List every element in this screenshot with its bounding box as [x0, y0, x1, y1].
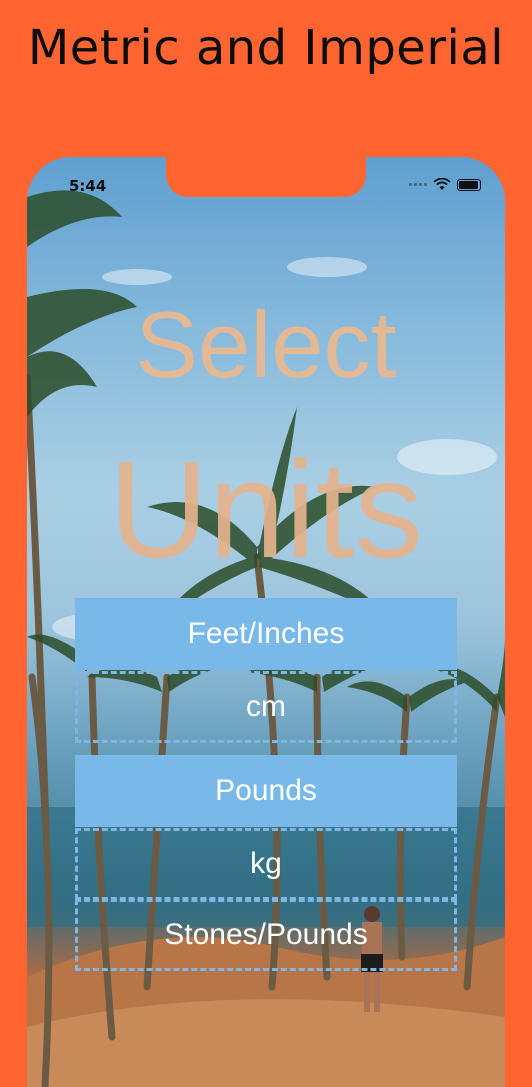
signal-icon: [409, 183, 427, 186]
option-stones-pounds-button[interactable]: Stones/Pounds: [75, 899, 457, 971]
phone-screen: 5:44 Select Units Feet/Inches cm Pounds …: [27, 157, 505, 1087]
option-kg-button[interactable]: kg: [75, 828, 457, 900]
status-time: 5:44: [69, 177, 107, 195]
wifi-icon: [433, 178, 451, 190]
battery-icon: [457, 178, 481, 191]
option-feet-inches-button[interactable]: Feet/Inches: [75, 598, 457, 670]
option-cm-button[interactable]: cm: [75, 671, 457, 743]
title-units: Units: [108, 433, 424, 587]
status-icons: [409, 178, 481, 191]
device-notch: [166, 157, 366, 197]
option-pounds-button[interactable]: Pounds: [75, 755, 457, 827]
promo-headline: Metric and Imperial: [27, 20, 505, 76]
title-select: Select: [135, 292, 397, 397]
